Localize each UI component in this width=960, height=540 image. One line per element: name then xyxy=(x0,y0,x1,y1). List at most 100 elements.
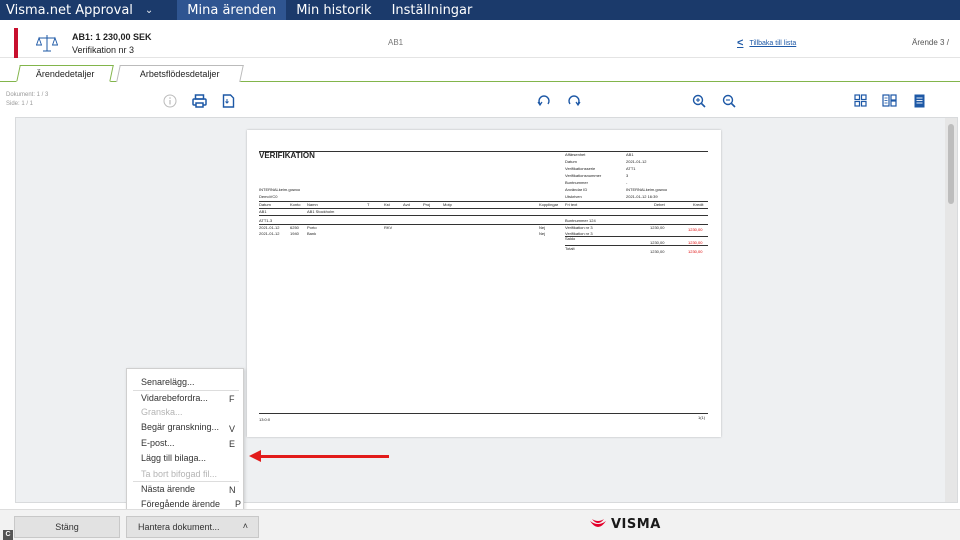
viewer-scrollbar[interactable] xyxy=(945,118,957,502)
col-header: T xyxy=(367,202,370,207)
print-icon[interactable] xyxy=(192,94,207,108)
menu-item-granska: Granska... xyxy=(141,407,183,417)
printed-by: INTERNALkeim.gowoo xyxy=(259,187,301,192)
single-page-view-icon[interactable] xyxy=(914,94,925,108)
saldo-label: Saldo xyxy=(565,236,576,241)
scales-icon xyxy=(36,35,58,52)
page-footer-right: 1(1) xyxy=(698,415,706,420)
meta-label: Verifikationsnummer xyxy=(565,173,602,178)
meta-value: 2021-01-12 16:39 xyxy=(626,194,658,199)
menu-item-foregaende-arende[interactable]: Föregående ärende xyxy=(141,499,220,509)
row1-debet: 1230,00 xyxy=(650,225,665,230)
row-ab1-name: AB1 Stockholm xyxy=(307,209,335,214)
split-view-icon[interactable] xyxy=(882,94,897,107)
meta-label: Verifikationsserie xyxy=(565,166,596,171)
meta-label: Användar ID xyxy=(565,187,588,192)
col-header: Kst xyxy=(384,202,390,207)
app-brand-menu[interactable]: Visma.net Approval ⌄ xyxy=(0,0,177,20)
col-header: Fri text xyxy=(565,202,578,207)
meta-value: - xyxy=(626,180,628,185)
row1-datum: 2021-01-12 xyxy=(259,225,280,230)
case-counter: Ärende 3 / xyxy=(912,38,949,47)
status-indicator-bar xyxy=(14,28,18,58)
row-ab1: AB1 xyxy=(259,209,267,214)
menu-item-begar-granskning[interactable]: Begär granskning... xyxy=(141,422,219,432)
bottom-action-bar: Stäng Hantera dokument... ˄ xyxy=(0,509,960,540)
menu-item-ta-bort-bifogad-fil: Ta bort bifogad fil... xyxy=(141,469,218,479)
totalt-kredit: 1230,00 xyxy=(688,249,703,254)
business-unit: AB1 xyxy=(388,38,404,47)
manage-document-label: Hantera dokument... xyxy=(138,522,220,532)
meta-label: Datum xyxy=(565,159,577,164)
back-to-list-link[interactable]: < Tillbaka till lista xyxy=(737,37,796,49)
totalt-label: Totalt xyxy=(565,246,575,251)
visma-swoosh-icon xyxy=(590,518,606,527)
case-subtitle: Verifikation nr 3 xyxy=(72,45,135,55)
row1-konto: 6250 xyxy=(290,225,299,230)
col-header: Kopplingar xyxy=(539,202,559,207)
menu-item-lagg-till-bilaga[interactable]: Lägg till bilaga... xyxy=(141,453,206,463)
pdf-download-icon[interactable] xyxy=(222,94,235,108)
meta-value: 2021-01-12 xyxy=(626,159,647,164)
rotate-left-icon[interactable] xyxy=(537,94,551,108)
menu-item-nasta-arende[interactable]: Nästa ärende xyxy=(141,484,195,494)
menu-shortcut: E xyxy=(229,439,236,449)
menu-item-e-post[interactable]: E-post... xyxy=(141,438,175,448)
row-att-bunt: Buntnummer 124 xyxy=(565,218,596,223)
row2-kredit: 1230,00 xyxy=(688,227,703,232)
row1-kst: RKV xyxy=(384,225,393,230)
row-att: ATT1-3 xyxy=(259,218,273,223)
row1-namn: Porto xyxy=(307,225,317,230)
menu-item-vidarebefordra[interactable]: Vidarebefordra... xyxy=(141,393,208,403)
totalt-debet: 1230,00 xyxy=(650,249,665,254)
tab-arbetsflodesdetaljer[interactable]: Arbetsflödesdetaljer xyxy=(116,65,244,82)
col-header: Kredit xyxy=(693,202,704,207)
chevron-down-icon: ⌄ xyxy=(144,5,154,16)
zoom-in-icon[interactable] xyxy=(692,94,706,108)
row2-namn: Bank xyxy=(307,231,317,236)
document-index: Dokument: 1 / 3 xyxy=(6,92,49,98)
col-header: Avd xyxy=(403,202,410,207)
menu-shortcut: V xyxy=(229,424,236,434)
menu-shortcut: P xyxy=(235,499,242,509)
top-navigation-bar: Visma.net Approval ⌄ Mina ärenden Min hi… xyxy=(0,0,960,20)
close-button[interactable]: Stäng xyxy=(14,516,120,538)
row1-fritext: Verifikation nr 3 xyxy=(565,225,593,230)
rotate-right-icon[interactable] xyxy=(567,94,581,108)
app-title: Visma.net Approval xyxy=(6,3,133,18)
grid-view-icon[interactable] xyxy=(854,94,867,107)
row2-kopp: Nej xyxy=(539,231,546,236)
divider xyxy=(259,413,708,414)
menu-item-senarelagg[interactable]: Senarelägg... xyxy=(141,377,195,387)
col-header: Debet xyxy=(654,202,665,207)
menu-shortcut: N xyxy=(229,485,236,495)
scrollbar-thumb[interactable] xyxy=(948,124,954,204)
meta-label: Affärsenhet xyxy=(565,152,586,157)
divider xyxy=(259,151,708,152)
chevron-up-icon: ˄ xyxy=(242,521,248,531)
nav-mina-arenden[interactable]: Mina ärenden xyxy=(177,0,287,20)
divider xyxy=(565,236,708,237)
page-footer-left: 13:0:0 xyxy=(259,417,271,422)
document-page: VERIFIKATION Affärsenhet Datum Verifikat… xyxy=(247,130,721,437)
menu-divider xyxy=(133,481,239,482)
manage-document-button[interactable]: Hantera dokument... ˄ xyxy=(126,516,259,538)
info-icon[interactable] xyxy=(163,94,177,108)
page-index: Side: 1 / 1 xyxy=(6,101,34,107)
tab-arendedetaljer[interactable]: Ärendedetaljer xyxy=(16,65,114,82)
case-title: AB1: 1 230,00 SEK xyxy=(72,32,152,42)
nav-min-historik[interactable]: Min historik xyxy=(286,0,381,20)
tab-label: Arbetsflödesdetaljer xyxy=(140,69,220,79)
divider xyxy=(259,201,708,202)
row1-kopp: Nej xyxy=(539,225,546,230)
nav-installningar[interactable]: Inställningar xyxy=(382,0,483,20)
menu-divider xyxy=(133,390,239,391)
annotation-arrow xyxy=(258,455,389,458)
zoom-out-icon[interactable] xyxy=(722,94,736,108)
meta-label: Buntnummer xyxy=(565,180,588,185)
meta-value: 3 xyxy=(626,173,629,178)
document-title: VERIFIKATION xyxy=(259,151,315,160)
row2-konto: 1940 xyxy=(290,231,299,236)
document-info: Dokument: 1 / 3 Side: 1 / 1 xyxy=(6,91,48,109)
divider xyxy=(259,224,708,225)
